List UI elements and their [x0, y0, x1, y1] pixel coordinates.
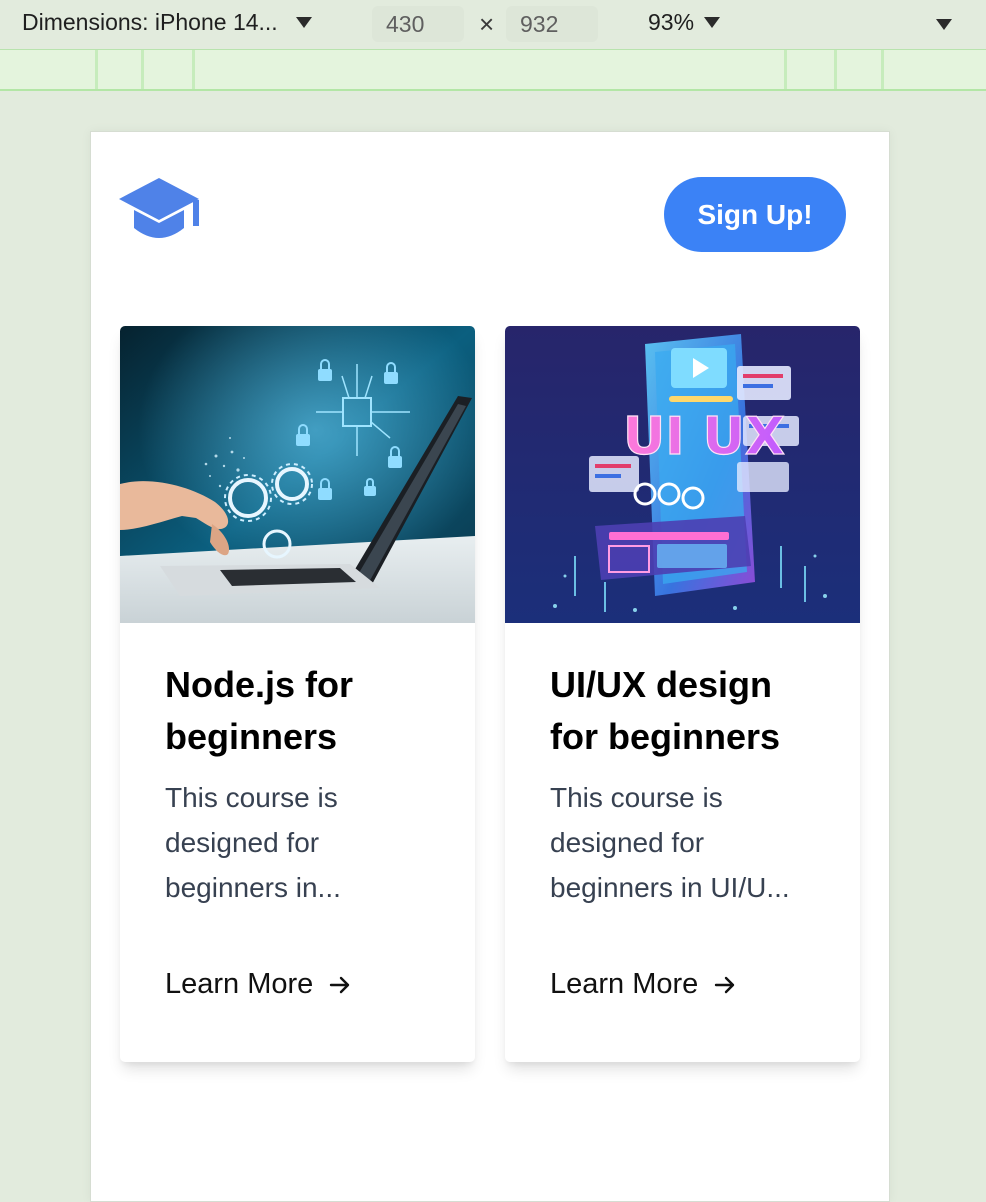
sign-up-button[interactable]: Sign Up!	[664, 177, 846, 252]
device-selector-label: Dimensions: iPhone 14...	[22, 9, 278, 35]
learn-more-link[interactable]: Learn More	[165, 968, 351, 1001]
media-query-divider[interactable]	[834, 50, 837, 89]
media-query-divider[interactable]	[784, 50, 787, 89]
course-description: This course is designed for beginners in…	[165, 782, 341, 903]
arrow-right-icon	[715, 976, 735, 993]
media-query-divider[interactable]	[192, 50, 195, 89]
zoom-selector[interactable]: 93%	[648, 9, 721, 36]
course-title: Node.js for beginners	[165, 664, 354, 757]
laptop-cybersecurity-image	[120, 326, 475, 623]
card-body: Node.js for beginners This course is des…	[120, 623, 475, 1001]
course-card: UI UX UI/UX design for beginners This co…	[505, 326, 860, 1062]
learn-more-label: Learn More	[550, 968, 699, 1000]
ui-ux-phone-image: UI UX	[505, 326, 860, 623]
device-viewport: Sign Up! Node.js for beginners This cour…	[90, 131, 890, 1202]
width-input[interactable]: 430	[372, 6, 464, 42]
course-title: UI/UX design for beginners	[550, 664, 781, 757]
arrow-right-icon	[330, 976, 350, 993]
learn-more-link[interactable]: Learn More	[550, 968, 736, 1001]
media-query-bar	[0, 50, 986, 91]
more-options-icon[interactable]	[936, 19, 952, 30]
chevron-down-icon	[704, 17, 721, 28]
media-query-divider[interactable]	[141, 50, 144, 89]
card-body: UI/UX design for beginners This course i…	[505, 623, 860, 1001]
svg-text:UI UX: UI UX	[623, 407, 785, 467]
devtools-device-toolbar: Dimensions: iPhone 14... 430 × 932 93%	[0, 0, 986, 50]
media-query-divider[interactable]	[881, 50, 884, 89]
course-card: Node.js for beginners This course is des…	[120, 326, 475, 1062]
learn-more-label: Learn More	[165, 968, 314, 1000]
dimension-separator: ×	[479, 9, 495, 39]
chevron-down-icon	[295, 17, 312, 28]
zoom-label: 93%	[648, 9, 695, 35]
device-selector[interactable]: Dimensions: iPhone 14...	[22, 9, 312, 36]
course-description: This course is designed for beginners in…	[550, 782, 790, 903]
height-input[interactable]: 932	[506, 6, 598, 42]
graduation-cap-icon[interactable]	[117, 176, 201, 244]
media-query-divider[interactable]	[95, 50, 98, 89]
